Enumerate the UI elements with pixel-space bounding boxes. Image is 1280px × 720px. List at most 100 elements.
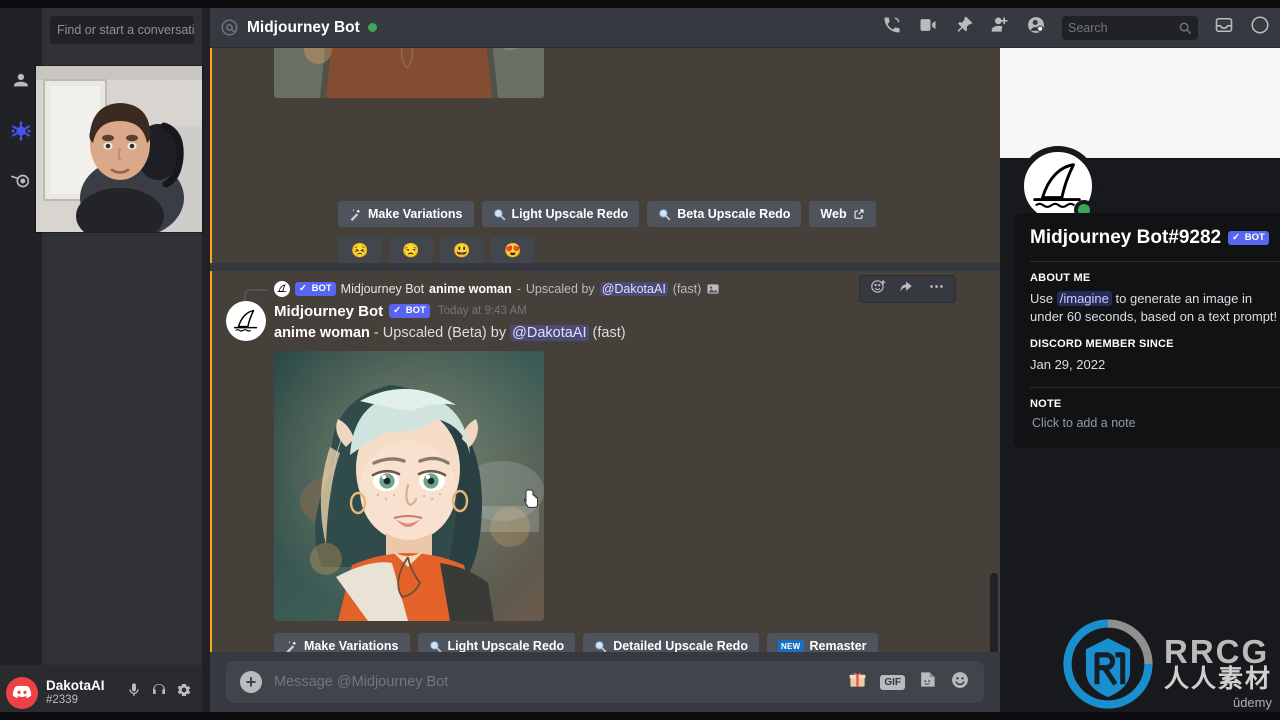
- reply-author: Midjourney Bot: [340, 282, 425, 296]
- bot-badge-label: BOT: [311, 283, 332, 295]
- gif-icon[interactable]: GIF: [880, 674, 905, 690]
- light-upscale-redo-button[interactable]: Light Upscale Redo: [481, 201, 640, 227]
- reaction-button[interactable]: 😒: [389, 237, 433, 263]
- bot-badge-label: BOT: [1244, 232, 1265, 244]
- microphone-icon[interactable]: [126, 682, 142, 703]
- button-label: Make Variations: [304, 639, 399, 652]
- reaction-button[interactable]: 😃: [440, 237, 484, 263]
- search-icon: [1179, 22, 1191, 34]
- inbox-icon[interactable]: [1214, 15, 1234, 40]
- member-since-value: Jan 29, 2022: [1030, 357, 1106, 373]
- magnifier-icon: [595, 640, 607, 652]
- emoji-icon[interactable]: [950, 670, 970, 695]
- channel-header: Midjourney Bot Search: [210, 8, 1280, 48]
- discord-window: Find or start a conversation DIRECT MESS…: [0, 0, 1280, 720]
- light-upscale-redo-button[interactable]: Light Upscale Redo: [417, 633, 576, 652]
- shop-icon[interactable]: [6, 166, 36, 196]
- start-voice-call-icon[interactable]: [882, 15, 902, 40]
- action-buttons-current: Make Variations Light Upscale Redo Detai…: [210, 621, 1000, 652]
- image-attachment-icon: [706, 282, 720, 296]
- note-input[interactable]: Click to add a note: [1030, 416, 1280, 430]
- message-action: Upscaled (Beta) by: [382, 325, 507, 341]
- start-video-call-icon[interactable]: [918, 15, 938, 40]
- message-input[interactable]: + Message @Midjourney Bot GIF: [226, 661, 984, 703]
- profile-card: Midjourney Bot#9282 ✓ BOT ABOUT ME Use /…: [1014, 213, 1280, 448]
- gift-icon[interactable]: [848, 670, 867, 694]
- message-current: ✓ BOT Midjourney Bot anime woman - Upsca…: [210, 271, 1000, 652]
- bot-badge: ✓ BOT: [295, 282, 336, 296]
- reply-action: Upscaled by: [525, 282, 595, 296]
- button-label: Web: [820, 207, 847, 221]
- generated-image-current[interactable]: [274, 351, 544, 622]
- magnifier-icon: [659, 208, 671, 220]
- message-speed: (fast): [592, 325, 626, 341]
- new-badge-icon: NEW: [777, 639, 804, 652]
- button-label: Remaster: [809, 639, 867, 652]
- message-author[interactable]: Midjourney Bot: [274, 303, 383, 320]
- make-variations-button[interactable]: Make Variations: [274, 633, 410, 652]
- button-label: Make Variations: [368, 207, 463, 221]
- watermark-brand: RRCG: [1163, 632, 1270, 670]
- discriminator-label: #2339: [46, 693, 78, 706]
- magnifier-icon: [493, 208, 505, 220]
- watermark-text: RRCG 人人素材 ûdemy: [1163, 632, 1272, 710]
- upload-plus-icon[interactable]: +: [240, 671, 262, 693]
- find-conversation-input[interactable]: Find or start a conversation: [50, 16, 194, 44]
- add-friends-icon[interactable]: [990, 15, 1010, 40]
- reply-reference[interactable]: ✓ BOT Midjourney Bot anime woman - Upsca…: [210, 279, 1000, 301]
- nitro-snowflake-icon[interactable]: [6, 116, 36, 146]
- watermark-overlay: RRCG 人人素材 ûdemy: [1062, 618, 1272, 710]
- magnifier-icon: [429, 640, 441, 652]
- sticker-icon[interactable]: [918, 670, 937, 694]
- reaction-button[interactable]: 😣: [338, 237, 382, 263]
- avatar[interactable]: [226, 301, 266, 341]
- reply-separator: -: [516, 282, 521, 296]
- bot-badge: ✓ BOT: [1228, 231, 1269, 245]
- profile-name: Midjourney Bot#9282 ✓ BOT: [1030, 227, 1280, 249]
- watermark-subtitle: 人人素材: [1163, 665, 1272, 693]
- reply-mention[interactable]: @DakotaAI: [599, 282, 668, 296]
- search-placeholder: Search: [1068, 20, 1108, 35]
- button-label: Beta Upscale Redo: [677, 207, 791, 221]
- user-profile-icon[interactable]: [1026, 15, 1046, 40]
- at-symbol-icon: [220, 18, 239, 37]
- message-list[interactable]: Make Variations Light Upscale Redo Beta …: [210, 48, 1000, 652]
- search-input[interactable]: Search: [1062, 15, 1198, 40]
- pinned-messages-icon[interactable]: [954, 15, 974, 40]
- bot-badge: ✓ BOT: [389, 304, 430, 318]
- member-since-title: DISCORD MEMBER SINCE: [1030, 338, 1174, 351]
- help-icon[interactable]: [1250, 15, 1270, 40]
- settings-gear-icon[interactable]: [176, 682, 192, 703]
- reactions-previous: 😣 😒 😃 😍: [274, 227, 1000, 263]
- webcam-overlay: [36, 66, 202, 232]
- message-timestamp: Today at 9:43 AM: [437, 305, 527, 317]
- watermark-platform: ûdemy: [1232, 695, 1272, 710]
- profile-banner: [1000, 48, 1280, 158]
- avatar[interactable]: [6, 676, 38, 709]
- user-info[interactable]: DakotaAI #2339: [46, 678, 118, 707]
- user-controls: [126, 682, 196, 703]
- bot-badge-label: BOT: [405, 305, 426, 317]
- web-button[interactable]: Web: [809, 201, 876, 227]
- message-prompt: anime woman: [274, 325, 370, 341]
- imagine-command-chip: /imagine: [1056, 291, 1112, 306]
- message-previous: Make Variations Light Upscale Redo Beta …: [210, 48, 1000, 263]
- make-variations-button[interactable]: Make Variations: [338, 201, 474, 227]
- generated-image-previous[interactable]: [274, 48, 544, 98]
- detailed-upscale-redo-button[interactable]: Detailed Upscale Redo: [583, 633, 759, 652]
- message-separator: -: [373, 325, 379, 341]
- headphones-icon[interactable]: [151, 682, 167, 703]
- rrcg-logo-icon: [1063, 619, 1153, 709]
- window-top-bar: [0, 0, 1280, 8]
- reaction-button[interactable]: 😍: [491, 237, 535, 263]
- remaster-button[interactable]: NEW Remaster: [766, 633, 878, 652]
- sparkles-icon: [350, 208, 361, 221]
- message-list-scrollbar[interactable]: [990, 573, 998, 652]
- message-mention[interactable]: @DakotaAI: [510, 325, 589, 341]
- sparkles-icon: [286, 640, 297, 652]
- friends-icon[interactable]: [6, 66, 36, 96]
- beta-upscale-redo-button[interactable]: Beta Upscale Redo: [647, 201, 802, 227]
- divider: [1030, 386, 1280, 388]
- mouse-cursor-pointer: [524, 489, 538, 509]
- external-link-icon: [854, 209, 864, 219]
